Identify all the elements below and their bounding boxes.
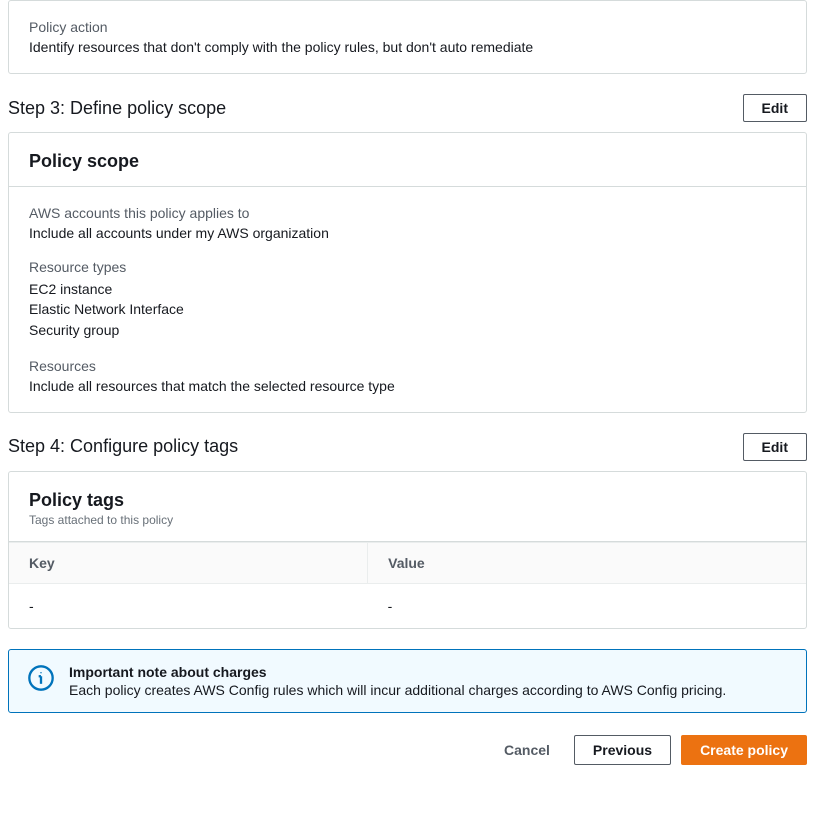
list-item: EC2 instance <box>29 279 786 299</box>
step3-title: Step 3: Define policy scope <box>8 98 226 119</box>
previous-button[interactable]: Previous <box>574 735 671 765</box>
charges-info-alert: Important note about charges Each policy… <box>8 649 807 713</box>
tag-key-cell: - <box>9 583 368 628</box>
tags-col-key: Key <box>9 542 368 583</box>
policy-action-card: Policy action Identify resources that do… <box>8 0 807 74</box>
tags-col-value: Value <box>368 542 806 583</box>
step4-header: Step 4: Configure policy tags Edit <box>8 433 807 461</box>
step4-edit-button[interactable]: Edit <box>743 433 807 461</box>
info-body: Each policy creates AWS Config rules whi… <box>69 682 726 698</box>
policy-tags-title: Policy tags <box>29 490 786 511</box>
policy-scope-title: Policy scope <box>29 151 786 172</box>
resource-types-label: Resource types <box>29 259 786 275</box>
table-row: - - <box>9 583 806 628</box>
policy-tags-subtitle: Tags attached to this policy <box>29 513 786 527</box>
step3-edit-button[interactable]: Edit <box>743 94 807 122</box>
list-item: Security group <box>29 320 786 340</box>
wizard-footer: Cancel Previous Create policy <box>8 735 807 765</box>
resource-types-list: EC2 instance Elastic Network Interface S… <box>29 279 786 340</box>
info-title: Important note about charges <box>69 664 726 680</box>
policy-action-value: Identify resources that don't comply wit… <box>29 39 786 55</box>
policy-action-label: Policy action <box>29 19 786 35</box>
policy-scope-card: Policy scope AWS accounts this policy ap… <box>8 132 807 413</box>
resources-value: Include all resources that match the sel… <box>29 378 786 394</box>
tag-value-cell: - <box>368 583 806 628</box>
accounts-value: Include all accounts under my AWS organi… <box>29 225 786 241</box>
cancel-button[interactable]: Cancel <box>490 736 564 764</box>
step3-header: Step 3: Define policy scope Edit <box>8 94 807 122</box>
step4-title: Step 4: Configure policy tags <box>8 436 238 457</box>
create-policy-button[interactable]: Create policy <box>681 735 807 765</box>
list-item: Elastic Network Interface <box>29 299 786 319</box>
tags-table: Key Value - - <box>9 542 806 628</box>
accounts-label: AWS accounts this policy applies to <box>29 205 786 221</box>
resources-label: Resources <box>29 358 786 374</box>
policy-tags-card: Policy tags Tags attached to this policy… <box>8 471 807 629</box>
info-icon <box>27 664 55 692</box>
